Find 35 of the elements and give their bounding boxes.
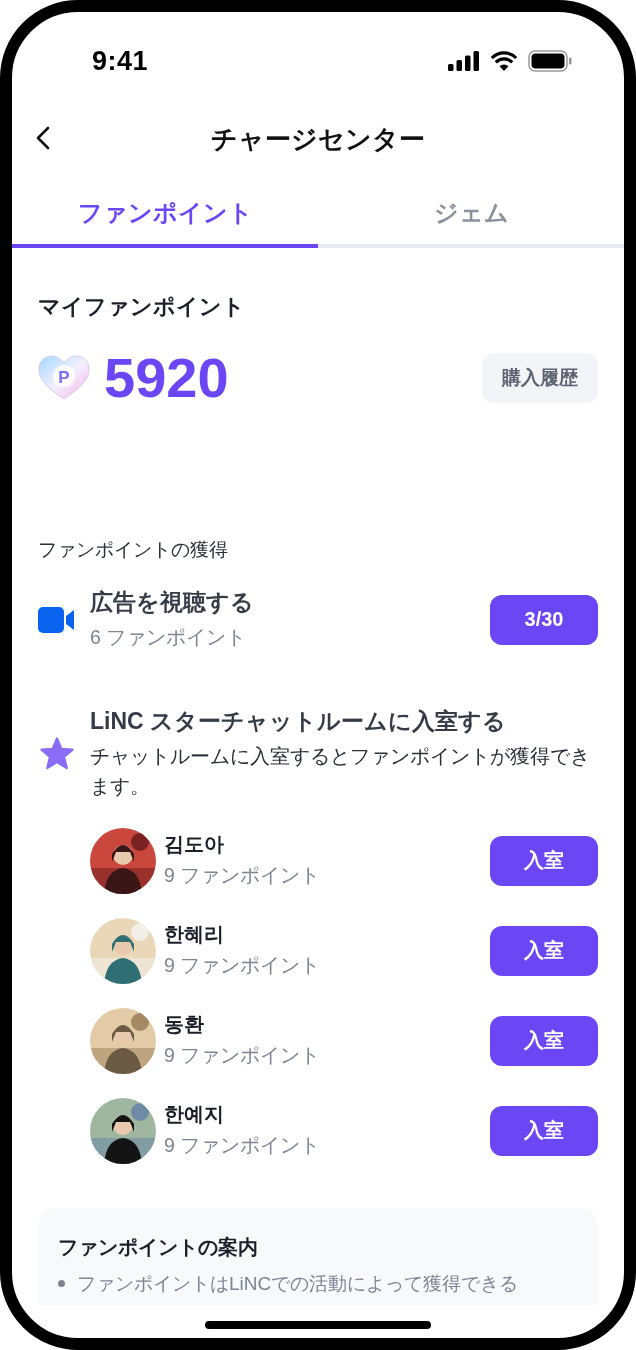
room-points: 9 ファンポイント	[164, 1043, 322, 1069]
task-title: 広告を視聴する	[90, 588, 255, 617]
room-points: 9 ファンポイント	[164, 1133, 322, 1159]
bullet-icon	[58, 1280, 65, 1288]
points-balance: 5920	[104, 350, 230, 406]
back-icon	[36, 126, 50, 150]
tab[interactable]: ファンポイント	[12, 182, 318, 248]
room-name: 한예지	[164, 1102, 225, 1128]
enter-button[interactable]: 入室	[490, 835, 598, 886]
enter-button[interactable]: 入室	[490, 1105, 598, 1156]
info-title: ファンポイントの案内	[58, 1234, 259, 1260]
status-time: 9:41	[92, 45, 149, 77]
room-points: 9 ファンポイント	[164, 863, 322, 889]
room-name: 한혜리	[164, 922, 225, 948]
section-title: マイファンポイント	[38, 293, 246, 321]
page-title: チャージセンター	[211, 122, 425, 156]
room-points: 9 ファンポイント	[164, 953, 322, 979]
task-description: 6 ファンポイント	[90, 625, 248, 650]
purchase-history-button[interactable]: 購入履歴	[482, 353, 598, 403]
wifi-icon	[490, 51, 518, 71]
enter-button[interactable]: 入室	[490, 1015, 598, 1066]
section-label: ファンポイントの獲得	[38, 538, 229, 562]
tab[interactable]: ジェム	[318, 182, 624, 248]
room-name: 동환	[164, 1012, 205, 1038]
video-camera-icon	[38, 606, 76, 633]
enter-button[interactable]: 入室	[490, 925, 598, 976]
room-name: 김도아	[164, 832, 225, 858]
heart-points-icon: P	[38, 355, 90, 401]
star-icon	[38, 736, 76, 771]
task-title: LiNC スターチャットルームに入室する	[90, 707, 508, 737]
signal-icon	[448, 51, 480, 71]
info-text: ファンポイントはLiNCでの活動によって獲得できる	[77, 1271, 519, 1296]
task-description: チャットルームに入室するとファンポイントが獲得できます。	[90, 744, 591, 800]
progress-button[interactable]: 3/30	[490, 594, 598, 645]
battery-icon	[528, 50, 572, 72]
